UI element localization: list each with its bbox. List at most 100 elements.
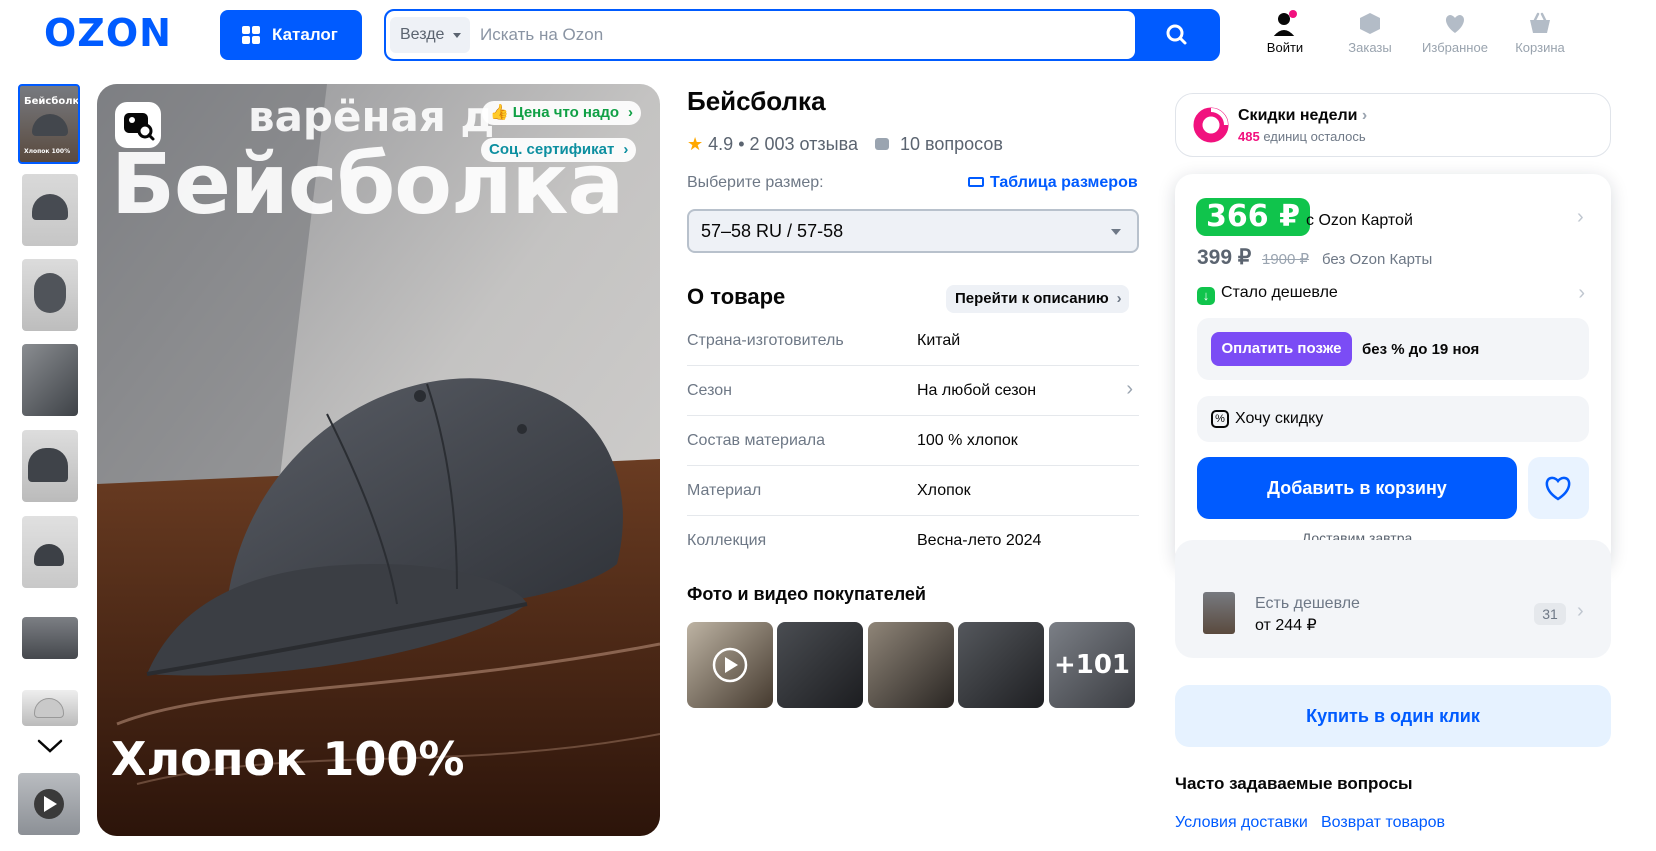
buy-one-click-button[interactable]: Купить в один клик [1175,685,1611,747]
gallery-thumbnail[interactable] [22,344,78,416]
catalog-button[interactable]: Каталог [220,10,362,60]
returns-link[interactable]: Возврат товаров [1321,814,1445,832]
size-table-link[interactable]: Таблица размеров [968,174,1138,192]
chevron-right-icon: › [1578,282,1585,304]
add-to-favorites-button[interactable] [1528,457,1589,519]
favorites-button[interactable]: Избранное [1420,10,1490,55]
reviews-count[interactable]: 2 003 отзыва [750,134,858,154]
size-selected-value: 57–58 RU / 57-58 [701,221,844,241]
customer-photo[interactable] [868,622,954,708]
chevron-right-icon[interactable]: › [1577,206,1584,229]
login-label: Войти [1266,40,1304,55]
customer-photo[interactable] [777,622,863,708]
heart-icon [1545,476,1571,501]
spec-row: Коллекция Весна-лето 2024 [687,516,1139,566]
price-badge-pill[interactable]: 👍 Цена что надо › [482,101,642,125]
spec-key: Материал [687,482,762,499]
gallery-thumbnail[interactable] [22,259,78,331]
faq-title: Часто задаваемые вопросы [1175,774,1413,793]
orders-button[interactable]: Заказы [1335,10,1405,55]
search-scope-label: Везде [400,26,445,43]
spec-row: Материал Хлопок [687,466,1139,516]
promo-subtitle: 485 единиц осталось [1238,129,1366,144]
customer-video[interactable] [687,622,773,708]
questions-count[interactable]: 10 вопросов [900,134,1003,154]
want-discount-label: Хочу скидку [1235,410,1324,427]
certificate-pill[interactable]: Соц. сертификат › [481,138,637,162]
rating-row[interactable]: ★ 4.9 • 2 003 отзыва 10 вопросов [687,134,1003,155]
size-select[interactable]: 57–58 RU / 57-58 [687,209,1139,253]
spec-value: 100 % хлопок [917,432,1018,449]
cheaper-price: от 244 ₽ [1255,617,1317,634]
cheaper-offers-panel[interactable]: Есть дешевле от 244 ₽ 31 › [1175,540,1611,658]
add-to-cart-button[interactable]: Добавить в корзину [1197,457,1517,519]
cart-label: Корзина [1515,40,1565,55]
search-icon [1166,24,1187,45]
chevron-right-icon: › [1126,378,1133,400]
go-to-description-button[interactable]: Перейти к описанию › [946,285,1129,313]
heart-icon [1445,15,1465,33]
price-pill-label: Цена что надо [512,104,620,121]
orders-label: Заказы [1348,40,1392,55]
gallery-thumbnail[interactable] [22,690,78,726]
delivery-terms-link[interactable]: Условия доставки [1175,814,1308,832]
price-drop-label: Стало дешевле [1221,284,1338,301]
price-regular: 399 ₽ [1197,246,1252,269]
basket-icon [1530,12,1550,33]
spec-key: Сезон [687,382,732,399]
want-discount-button[interactable]: % Хочу скидку [1197,396,1589,442]
video-thumbnail[interactable] [18,773,80,835]
customer-photos-title: Фото и видео покупателей [687,584,926,604]
gallery-thumbnail[interactable] [22,174,78,246]
box-icon [1360,13,1380,34]
gallery-thumbnail[interactable] [22,516,78,588]
size-table-label: Таблица размеров [990,174,1138,191]
gallery-thumbnail[interactable] [22,617,78,659]
spec-key: Коллекция [687,532,767,549]
spec-value: Хлопок [917,482,971,499]
search-scope-select[interactable]: Везде [390,17,470,53]
chevron-right-icon: › [1116,290,1122,307]
spec-row[interactable]: Сезон На любой сезон › [687,366,1139,416]
certificate-pill-label: Соц. сертификат [489,141,615,158]
chevron-down-icon [453,33,461,42]
ozon-logo[interactable]: OZON [44,14,172,52]
size-label: Выберите размер: [687,174,824,191]
image-overlay-bottom-text: Хлопок 100% [111,732,465,786]
gallery-thumbnail[interactable] [22,430,78,502]
weekly-discounts-banner[interactable]: Скидки недели › 485 единиц осталось [1175,93,1611,157]
chevron-down-icon[interactable] [36,736,64,756]
spec-key: Страна-изготовитель [687,332,844,349]
chevron-right-icon: › [623,141,629,158]
customer-photo[interactable] [958,622,1044,708]
ruler-icon [968,177,984,187]
cart-button[interactable]: Корзина [1505,10,1575,55]
promo-title: Скидки недели › [1238,107,1368,124]
offers-count-badge: 31 [1534,603,1566,625]
chevron-down-icon [1111,229,1121,240]
chevron-right-icon: › [1577,600,1584,622]
rating-value: 4.9 [708,134,734,154]
price-old: 1900 ₽ [1262,251,1310,268]
gallery-thumbnail[interactable]: Бейсболка Хлопок 100% [18,84,80,164]
cheaper-label: Есть дешевле [1255,595,1360,612]
price-with-card: 366 ₽ [1196,198,1310,236]
play-icon [34,789,64,819]
favorites-label: Избранное [1422,40,1488,55]
play-icon [712,647,748,683]
question-icon [874,138,889,150]
pay-later-terms: без % до 19 ноя [1362,341,1480,358]
user-icon [1273,10,1297,36]
spec-key: Состав материала [687,432,826,449]
more-photos-button[interactable]: +101 [1049,622,1135,708]
pay-later-button[interactable]: Оплатить позже [1211,332,1352,366]
spec-value[interactable]: На любой сезон [917,382,1036,400]
price-regular-label: без Ozon Карты [1322,251,1433,268]
login-button[interactable]: Войти [1250,10,1320,55]
discount-icon: % [1211,410,1229,428]
search-button[interactable] [1137,11,1218,59]
price-drop-row[interactable]: ↓ Стало дешевле › [1197,282,1589,308]
image-search-button[interactable] [115,102,161,148]
star-icon: ★ [687,134,704,154]
search-input[interactable] [480,17,1120,53]
